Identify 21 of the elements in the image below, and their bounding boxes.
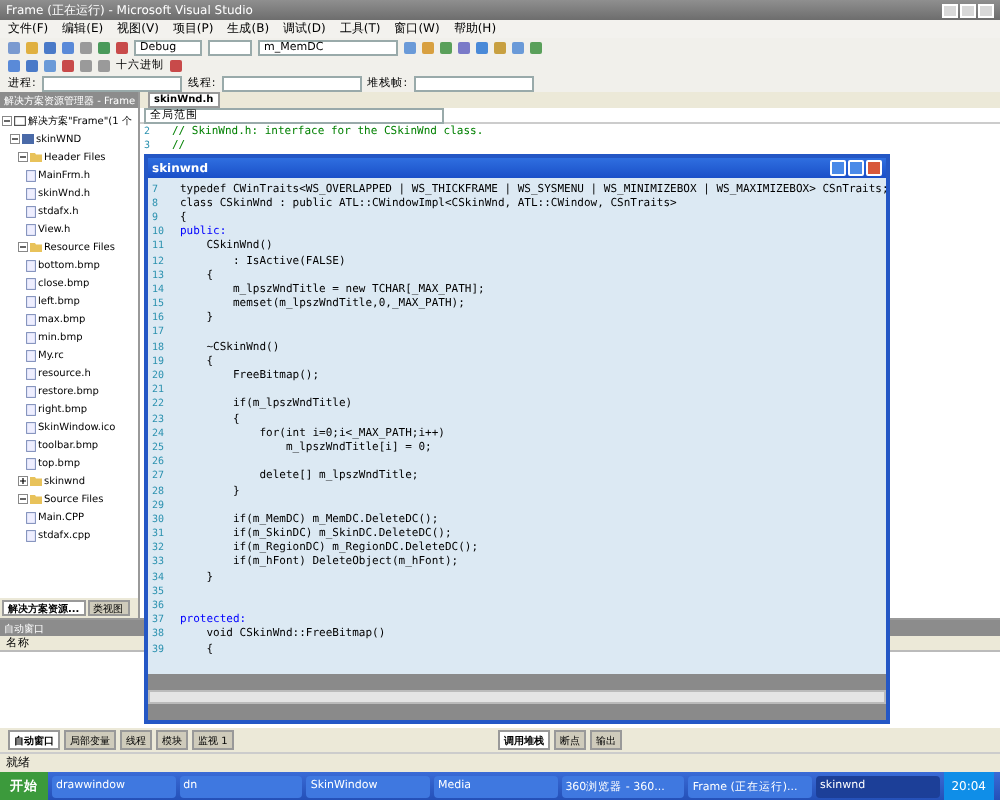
maximize-button[interactable] [848,160,864,176]
solution-icon [14,116,26,126]
collapse-icon[interactable] [10,134,20,144]
process-dropdown[interactable] [41,75,182,91]
platform-dropdown[interactable] [208,39,252,55]
collapse-icon[interactable] [2,116,12,126]
collapse-icon[interactable] [18,494,28,504]
minimize-button[interactable] [942,3,958,17]
thread-dropdown[interactable] [221,75,362,91]
maximize-button[interactable] [960,3,976,17]
project-icon [22,134,34,144]
close-button[interactable] [978,3,994,17]
minimize-button[interactable] [830,160,846,176]
stack-frame-dropdown[interactable] [413,75,534,91]
close-button[interactable] [866,160,882,176]
collapse-icon[interactable] [18,242,28,252]
folder-icon [30,152,42,162]
collapse-icon[interactable] [18,152,28,162]
breakpoint-icon[interactable] [170,59,182,71]
folder-icon [30,242,42,252]
expand-icon[interactable] [18,476,28,486]
